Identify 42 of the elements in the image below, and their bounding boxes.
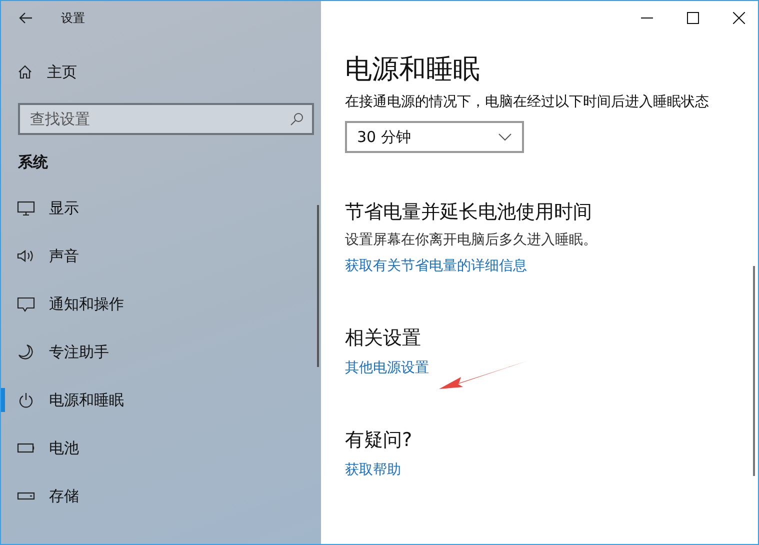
home-nav-item[interactable]: 主页 — [1, 49, 321, 95]
item-label: 电源和睡眠 — [49, 390, 124, 410]
link[interactable]: 获取有关节省电量的详细信息 — [345, 257, 527, 275]
item-label: 专注助手 — [49, 342, 109, 362]
item-label: 存储 — [49, 486, 79, 506]
search-icon — [290, 112, 304, 126]
item-label: 电池 — [49, 438, 79, 458]
section-heading: 节省电量并延长电池使用时间 — [345, 200, 593, 225]
sidebar-item[interactable]: 电源和睡眠 — [1, 376, 321, 424]
sleep-dropdown[interactable]: 30 分钟 — [345, 121, 524, 153]
section-heading: 有疑问? — [345, 428, 414, 453]
item-label: 通知和操作 — [49, 294, 124, 314]
section-heading: 系统 — [18, 153, 49, 172]
home-label: 主页 — [47, 62, 77, 82]
search-field[interactable]: 查找设置 — [18, 103, 314, 135]
sidebar-item[interactable]: 电池 — [1, 424, 321, 472]
scrollbar-thumb[interactable] — [317, 205, 319, 367]
chevron-down-icon — [498, 133, 512, 141]
power-icon — [17, 392, 35, 408]
page-title: 电源和睡眠 — [345, 53, 481, 87]
sidebar-item[interactable]: 显示 — [1, 184, 321, 232]
link[interactable]: 获取帮助 — [345, 461, 401, 479]
close-icon[interactable] — [733, 12, 745, 24]
home-icon — [17, 64, 33, 80]
section-text: 设置屏幕在你离开电脑后多久进入睡眠。 — [345, 231, 598, 249]
item-label: 声音 — [49, 246, 79, 266]
sidebar-item[interactable]: 专注助手 — [1, 328, 321, 376]
description-text: 在接通电源的情况下，电脑在经过以下时间后进入睡眠状态 — [345, 93, 710, 112]
section-heading: 相关设置 — [345, 326, 422, 351]
speech-bubble-icon — [17, 296, 35, 312]
monitor-icon — [17, 200, 35, 216]
scrollbar-thumb[interactable] — [753, 266, 755, 476]
moon-icon — [17, 344, 35, 360]
item-label: 显示 — [49, 198, 79, 218]
link[interactable]: 其他电源设置 — [345, 359, 429, 377]
maximize-icon[interactable] — [687, 12, 699, 24]
window-title: 设置 — [61, 10, 85, 26]
sidebar-item[interactable]: 存储 — [1, 472, 321, 520]
sidebar-item[interactable]: 声音 — [1, 232, 321, 280]
back-arrow-icon[interactable] — [19, 12, 33, 24]
sidebar-item[interactable]: 通知和操作 — [1, 280, 321, 328]
speaker-icon — [17, 248, 35, 264]
